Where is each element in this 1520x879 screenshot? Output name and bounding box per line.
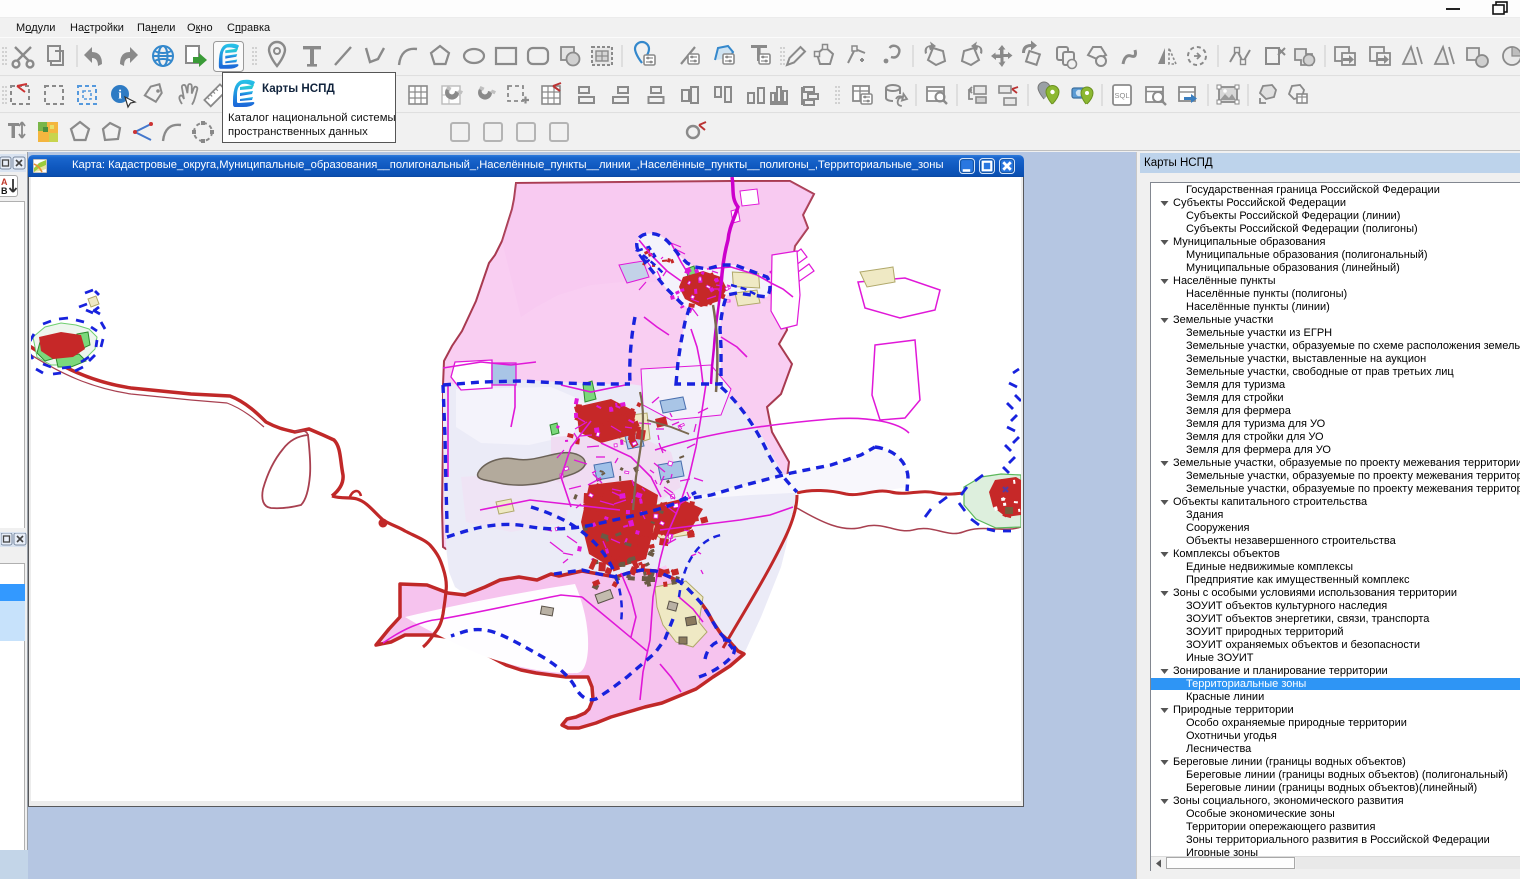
svg-text:B: B xyxy=(1,186,8,196)
svg-text:i: i xyxy=(118,87,122,102)
svg-text:SQL: SQL xyxy=(1114,91,1129,100)
